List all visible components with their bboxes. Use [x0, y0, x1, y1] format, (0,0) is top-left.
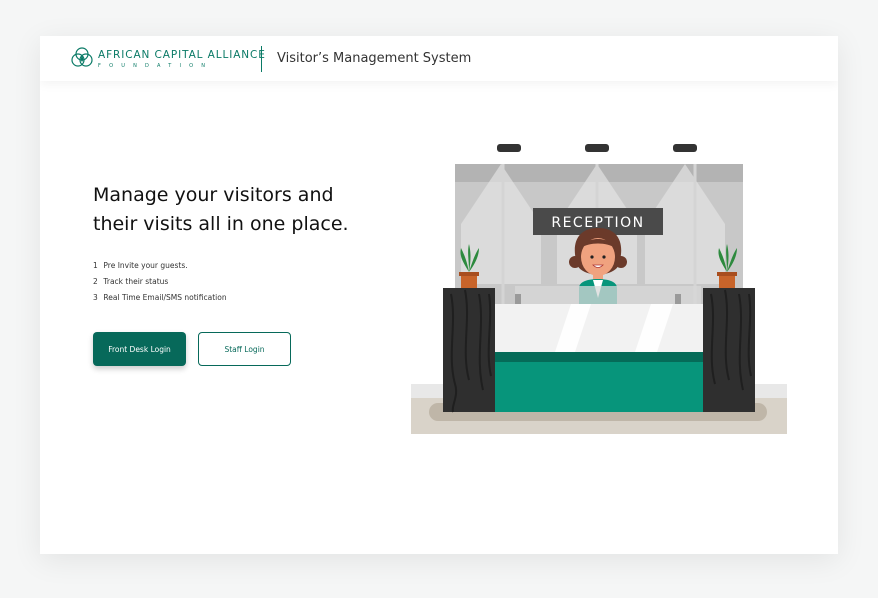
receptionist-hair-curl — [569, 256, 581, 268]
feature-list: 1 Pre Invite your guests. 2 Track their … — [93, 258, 227, 306]
receptionist-eye — [602, 255, 606, 259]
plant-pot-rim — [717, 272, 737, 276]
hero-headline: Manage your visitors and their visits al… — [93, 184, 349, 235]
feature-item: 3 Real Time Email/SMS notification — [93, 290, 227, 306]
receptionist-eye — [590, 255, 594, 259]
counter-glass — [515, 286, 701, 304]
counter-stripe — [495, 352, 703, 362]
feature-item: 2 Track their status — [93, 274, 227, 290]
feature-text: Pre Invite your guests. — [103, 261, 188, 270]
feature-text: Track their status — [103, 277, 169, 286]
feature-item: 1 Pre Invite your guests. — [93, 258, 227, 274]
plant-pot-icon — [461, 274, 477, 288]
receptionist-hair-curl — [615, 256, 627, 268]
feature-number: 3 — [93, 293, 98, 302]
logo-subtitle: FOUNDATION — [98, 63, 214, 69]
ceiling-lamp — [585, 144, 609, 152]
main-card: AFRICAN CAPITAL ALLIANCE FOUNDATION Visi… — [40, 36, 838, 554]
foundation-logo-icon — [71, 47, 93, 67]
ceiling-lamp — [673, 144, 697, 152]
feature-number: 2 — [93, 277, 98, 286]
counter-top-panel — [495, 304, 703, 352]
logo-name: AFRICAN CAPITAL ALLIANCE — [98, 49, 266, 61]
glass-bracket — [675, 294, 681, 304]
header-divider — [261, 46, 262, 72]
feature-text: Real Time Email/SMS notification — [103, 293, 227, 302]
right-pillar — [703, 288, 755, 412]
top-bar: AFRICAN CAPITAL ALLIANCE FOUNDATION Visi… — [40, 36, 838, 81]
staff-login-button[interactable]: Staff Login — [198, 332, 291, 366]
app-title: Visitor’s Management System — [277, 51, 472, 66]
counter-front — [495, 362, 703, 412]
glass-bracket — [515, 294, 521, 304]
left-pillar — [443, 288, 495, 412]
front-desk-login-button[interactable]: Front Desk Login — [93, 332, 186, 366]
reception-desk-illustration: RECEPTION — [411, 144, 787, 434]
plant-pot-rim — [459, 272, 479, 276]
feature-number: 1 — [93, 261, 98, 270]
plant-pot-icon — [719, 274, 735, 288]
ceiling-lamp — [497, 144, 521, 152]
